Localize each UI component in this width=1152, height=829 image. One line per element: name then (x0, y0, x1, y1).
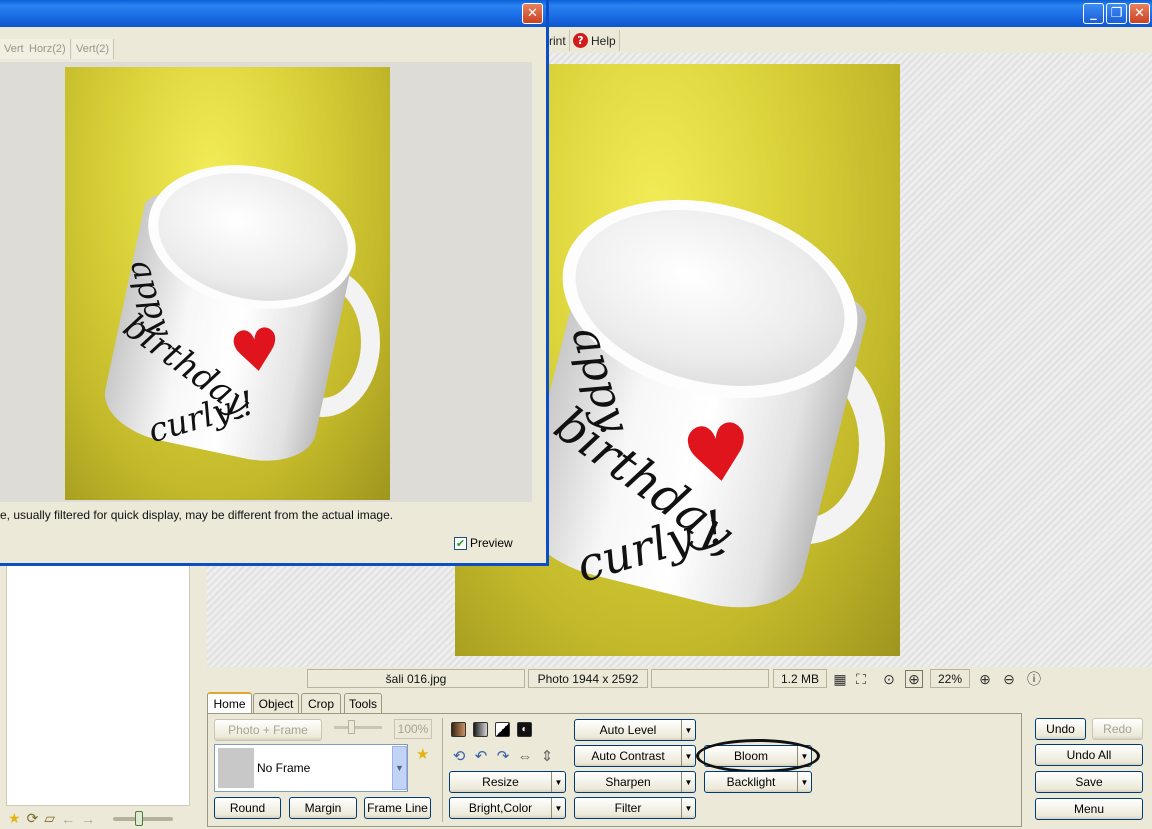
status-zoom: 22% (930, 669, 970, 688)
help-icon: ? (573, 33, 588, 48)
tab-crop[interactable]: Crop (301, 693, 341, 714)
chevron-down-icon[interactable]: ▼ (681, 798, 695, 818)
transparency-icon[interactable]: ▦ (831, 670, 849, 688)
bright-color-button[interactable]: Bright,Color ▼ (449, 797, 566, 819)
info-icon[interactable]: ⓘ (1025, 670, 1043, 688)
print-label: rint (549, 33, 566, 48)
slider-knob[interactable] (135, 810, 144, 826)
print-menu[interactable]: rint (546, 30, 570, 51)
status-dimensions: Photo 1944 x 2592 (528, 669, 648, 688)
rotate-left-icon[interactable]: ↶ (472, 747, 490, 765)
sepia-swatch-icon[interactable] (451, 722, 466, 737)
grayscale-swatch-icon[interactable] (473, 722, 488, 737)
frame-line-button[interactable]: Frame Line (364, 797, 431, 819)
actual-size-icon[interactable]: ⊙ (880, 670, 898, 688)
negative-swatch-icon[interactable]: ◐ (517, 722, 532, 737)
help-label: Help (591, 33, 616, 48)
frame-thumbnail (218, 748, 254, 788)
redo-button[interactable]: Redo (1092, 718, 1143, 740)
chevron-down-icon[interactable]: ▼ (681, 720, 695, 740)
dialog-close-button[interactable]: ✕ (522, 3, 543, 24)
restore-button[interactable]: ❐ (1106, 3, 1127, 24)
filter-dialog: ✕ Vert Horz(2) Vert(2) ♥ appy birthday, … (0, 0, 549, 566)
sharpen-button[interactable]: Sharpen ▼ (574, 771, 696, 793)
bloom-highlight-ellipse (696, 739, 820, 773)
frame-select[interactable]: No Frame ▼ (214, 744, 408, 792)
auto-contrast-label: Auto Contrast (591, 749, 665, 763)
bright-color-label: Bright,Color (468, 801, 533, 815)
chevron-down-icon[interactable]: ▼ (551, 798, 565, 818)
close-button[interactable]: ✕ (1129, 3, 1150, 24)
auto-level-label: Auto Level (599, 723, 657, 737)
menu-button[interactable]: Menu (1035, 798, 1143, 820)
flip-vertical-icon[interactable]: ⇕ (538, 747, 556, 765)
round-button[interactable]: Round (214, 797, 281, 819)
favorite-star-icon[interactable]: ★ (416, 745, 429, 763)
folder-icon[interactable]: ▱ (44, 810, 55, 827)
chevron-down-icon[interactable]: ▼ (392, 746, 407, 790)
chevron-down-icon[interactable]: ▼ (681, 772, 695, 792)
left-panel (6, 560, 190, 806)
resize-button[interactable]: Resize ▼ (449, 771, 566, 793)
thumbnail-size-slider[interactable] (113, 810, 174, 826)
minimize-button[interactable]: _ (1083, 3, 1104, 24)
margin-button[interactable]: Margin (289, 797, 357, 819)
rotate-icon[interactable]: ⟳ (27, 810, 39, 827)
auto-contrast-button[interactable]: Auto Contrast ▼ (574, 745, 696, 767)
preview-label: Preview (470, 536, 513, 550)
zoom-in-icon[interactable]: ⊕ (976, 670, 994, 688)
check-icon[interactable]: ✔ (454, 536, 467, 550)
status-filesize: 1.2 MB (773, 669, 827, 688)
help-menu[interactable]: ? Help (570, 30, 620, 51)
photo-frame-button[interactable]: Photo + Frame (214, 719, 322, 741)
resize-label: Resize (482, 775, 519, 789)
status-filename: šali 016.jpg (307, 669, 525, 688)
rotate-auto-icon[interactable]: ⟲ (450, 747, 468, 765)
chevron-down-icon[interactable]: ▼ (551, 772, 565, 792)
zoom-out-icon[interactable]: ⊖ (1000, 670, 1018, 688)
bw-swatch-icon[interactable] (495, 722, 510, 737)
chevron-down-icon[interactable]: ▼ (797, 772, 811, 792)
fit-screen-icon[interactable]: ⛶ (852, 670, 870, 688)
rotate-right-icon[interactable]: ↷ (494, 747, 512, 765)
status-bar: šali 016.jpg Photo 1944 x 2592 1.2 MB ▦ … (207, 667, 1152, 690)
tab-object[interactable]: Object (253, 693, 299, 714)
dialog-preview-area: ♥ appy birthday, curly ! (0, 62, 532, 502)
divider (442, 718, 443, 822)
undo-all-button[interactable]: Undo All (1035, 744, 1143, 766)
status-empty (651, 669, 769, 688)
left-toolbar: ★ ⟳ ▱ ← → (0, 808, 200, 829)
sharpen-label: Sharpen (605, 775, 651, 789)
heart-icon: ♥ (225, 313, 287, 389)
frame-value: No Frame (257, 761, 311, 775)
filter-button[interactable]: Filter ▼ (574, 797, 696, 819)
frame-slider[interactable] (334, 720, 382, 734)
auto-level-button[interactable]: Auto Level ▼ (574, 719, 696, 741)
dialog-tab-vert2[interactable]: Vert(2) (72, 39, 115, 59)
tab-home[interactable]: Home (207, 692, 252, 714)
backlight-button[interactable]: Backlight ▼ (704, 771, 812, 793)
zoom-fit-icon[interactable]: ⊕ (905, 670, 923, 688)
forward-arrow-icon[interactable]: → (81, 811, 95, 827)
backlight-label: Backlight (726, 775, 776, 789)
frame-slider-knob[interactable] (348, 720, 355, 734)
frame-percent: 100% (394, 719, 432, 739)
tab-tools[interactable]: Tools (344, 693, 382, 714)
dialog-tab-horz2[interactable]: Horz(2) (25, 39, 71, 59)
dialog-note: e, usually filtered for quick display, m… (0, 508, 394, 522)
dialog-title-bar: ✕ (0, 0, 546, 27)
save-button[interactable]: Save (1035, 771, 1143, 793)
star-icon[interactable]: ★ (8, 810, 21, 827)
chevron-down-icon[interactable]: ▼ (681, 746, 695, 766)
dialog-preview-photo: ♥ appy birthday, curly ! (65, 67, 390, 500)
filter-label: Filter (614, 801, 642, 815)
undo-button[interactable]: Undo (1035, 718, 1086, 740)
flip-horizontal-icon[interactable]: ⇔ (516, 747, 534, 765)
back-arrow-icon[interactable]: ← (61, 811, 75, 827)
preview-checkbox[interactable]: ✔ Preview (454, 536, 513, 550)
